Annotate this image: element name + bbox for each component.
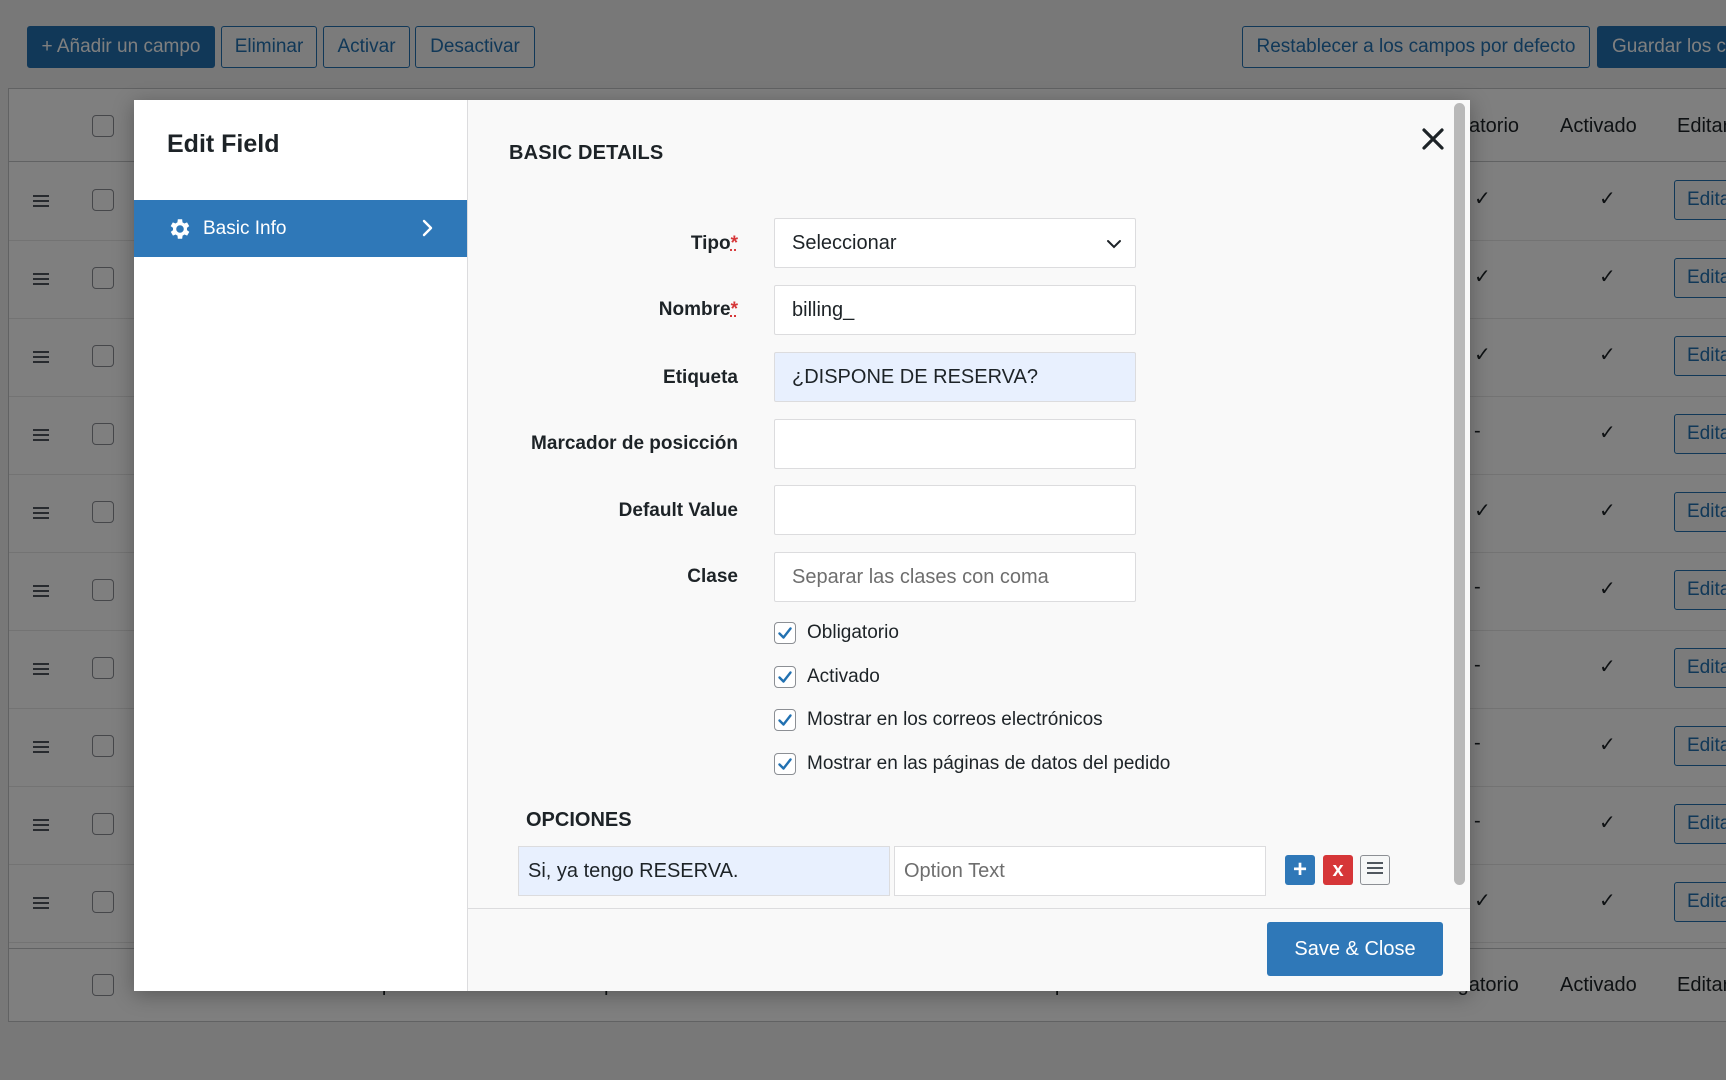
tipo-select[interactable]: Seleccionar bbox=[774, 218, 1136, 268]
checkbox-label: Activado bbox=[807, 666, 880, 688]
checkbox-row[interactable]: Obligatorio bbox=[774, 621, 899, 645]
sidebar-item-basic-info[interactable]: Basic Info bbox=[134, 200, 467, 257]
etiqueta-input[interactable]: ¿DISPONE DE RESERVA? bbox=[774, 352, 1136, 402]
save-and-close-button[interactable]: Save & Close bbox=[1267, 922, 1443, 976]
tipo-label: Tipo* bbox=[691, 233, 738, 255]
gear-icon bbox=[167, 216, 193, 242]
sidebar-item-label: Basic Info bbox=[203, 218, 286, 240]
tipo-select-value: Seleccionar bbox=[792, 232, 897, 255]
scrollbar-thumb[interactable] bbox=[1454, 103, 1465, 885]
option-key-value: Si, ya tengo RESERVA. bbox=[528, 860, 738, 883]
checkbox[interactable] bbox=[774, 622, 796, 644]
clase-label: Clase bbox=[687, 566, 738, 588]
option-text-input[interactable]: Option Text bbox=[894, 846, 1266, 896]
default-value-label: Default Value bbox=[619, 500, 738, 522]
clase-input[interactable]: Separar las clases con coma bbox=[774, 552, 1136, 602]
add-option-button[interactable]: + bbox=[1285, 855, 1315, 885]
marcador-input[interactable] bbox=[774, 419, 1136, 469]
remove-icon: x bbox=[1332, 859, 1343, 882]
checkmark-icon bbox=[777, 669, 793, 685]
checkmark-icon bbox=[777, 756, 793, 772]
checkbox-row[interactable]: Mostrar en los correos electrónicos bbox=[774, 708, 1103, 732]
modal-footer: Save & Close bbox=[468, 908, 1470, 991]
checkbox[interactable] bbox=[774, 709, 796, 731]
checkbox-row[interactable]: Activado bbox=[774, 665, 880, 689]
drag-option-handle[interactable] bbox=[1360, 855, 1390, 885]
plus-icon: + bbox=[1293, 856, 1307, 884]
checkbox[interactable] bbox=[774, 753, 796, 775]
etiqueta-label: Etiqueta bbox=[663, 367, 738, 389]
checkmark-icon bbox=[777, 625, 793, 641]
edit-field-modal: Edit Field Basic Info BASIC DETAILS Tipo… bbox=[134, 100, 1470, 991]
section-title: BASIC DETAILS bbox=[509, 142, 663, 165]
nombre-input[interactable]: billing_ bbox=[774, 285, 1136, 335]
menu-icon bbox=[1366, 861, 1384, 880]
checkmark-icon bbox=[777, 712, 793, 728]
close-icon[interactable] bbox=[1418, 126, 1448, 156]
chevron-right-icon bbox=[417, 218, 437, 238]
chevron-down-icon bbox=[1105, 235, 1123, 259]
checkbox-row[interactable]: Mostrar en las páginas de datos del pedi… bbox=[774, 752, 1170, 776]
modal-title: Edit Field bbox=[167, 130, 280, 159]
modal-scrollbar[interactable] bbox=[1448, 100, 1470, 910]
checkbox[interactable] bbox=[774, 666, 796, 688]
clase-placeholder: Separar las clases con coma bbox=[792, 566, 1049, 589]
options-title: OPCIONES bbox=[526, 809, 632, 832]
checkbox-label: Obligatorio bbox=[807, 622, 899, 644]
remove-option-button[interactable]: x bbox=[1323, 855, 1353, 885]
marcador-label: Marcador de posicción bbox=[531, 433, 738, 455]
nombre-label: Nombre* bbox=[659, 299, 738, 321]
page: + Añadir un campo Eliminar Activar Desac… bbox=[0, 0, 1726, 1080]
modal-sidebar: Edit Field Basic Info bbox=[134, 100, 468, 991]
checkbox-label: Mostrar en las páginas de datos del pedi… bbox=[807, 753, 1170, 775]
modal-content: BASIC DETAILS Tipo* Seleccionar Nombre* … bbox=[468, 100, 1470, 991]
default-value-input[interactable] bbox=[774, 485, 1136, 535]
option-text-placeholder: Option Text bbox=[904, 860, 1005, 883]
option-key-input[interactable]: Si, ya tengo RESERVA. bbox=[518, 846, 890, 896]
nombre-value: billing_ bbox=[792, 299, 854, 322]
checkbox-label: Mostrar en los correos electrónicos bbox=[807, 709, 1103, 731]
etiqueta-value: ¿DISPONE DE RESERVA? bbox=[792, 366, 1038, 389]
